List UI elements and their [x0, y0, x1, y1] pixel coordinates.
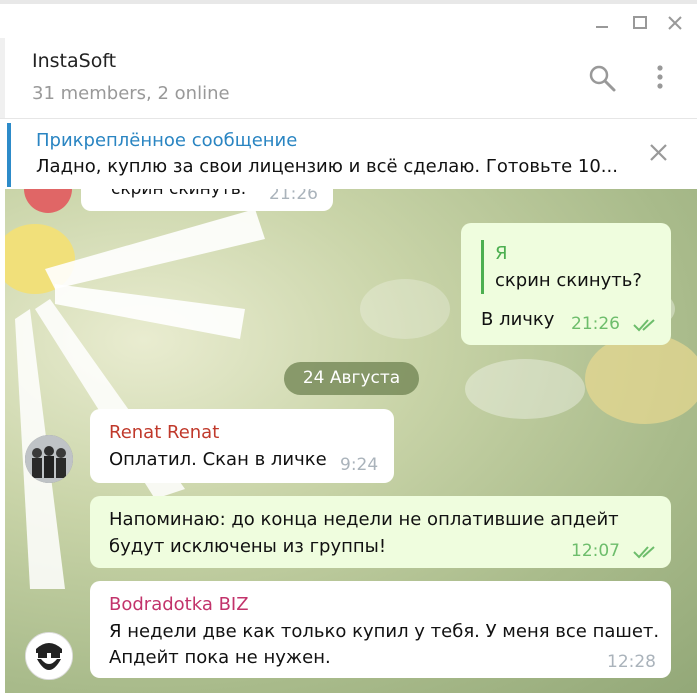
search-icon [589, 65, 616, 92]
message-bubble: Bodradotka BIZ Я недели две как только к… [90, 581, 671, 678]
close-window-button[interactable] [666, 14, 686, 34]
pinned-close-button[interactable] [648, 142, 670, 168]
chat-title: InstaSoft [32, 50, 117, 72]
message-text-line: Я недели две как только купил у тебя. У … [109, 621, 660, 642]
message-text: В личку [481, 309, 555, 330]
date-separator: 24 Августа [284, 362, 419, 395]
pinned-message-bar[interactable]: Прикреплённое сообщение Ладно, куплю за … [0, 118, 697, 189]
pinned-accent-bar [7, 123, 11, 187]
reply-quote-bar [481, 240, 484, 294]
minimize-icon [596, 26, 608, 28]
message-text-line: будут исключены из группы! [109, 536, 387, 557]
message-time: 12:28 [607, 652, 656, 672]
reply-quote-text: скрин скинуть? [495, 270, 642, 291]
message-time: 9:24 [340, 455, 379, 475]
message-bubble-outgoing: Я скрин скинуть? В личку 21:26 [461, 223, 671, 345]
search-button[interactable] [588, 64, 618, 98]
message-bubble-outgoing: Напоминаю: до конца недели не оплатившие… [90, 496, 671, 568]
reply-quote-author: Я [495, 243, 508, 264]
pinned-text: Ладно, куплю за свои лицензию и всё сдел… [36, 156, 618, 177]
bearded-man-icon [26, 633, 72, 679]
group-photo-icon [25, 435, 73, 483]
maximize-button[interactable] [631, 14, 651, 34]
avatar-bodradotka[interactable] [25, 632, 73, 680]
message-sender[interactable]: Bodradotka BIZ [109, 594, 249, 615]
message-text: Оплатил. Скан в личке [109, 449, 327, 470]
message-time: 21:26 [571, 314, 620, 334]
message-text-line: Апдейт пока не нужен. [109, 647, 331, 668]
message-time: 21:26 [269, 189, 318, 204]
close-icon [668, 16, 682, 30]
message-text: скрин скинуть. [111, 189, 247, 199]
chat-header[interactable]: InstaSoft 31 members, 2 online [0, 38, 697, 118]
message-bubble: Renat Renat Оплатил. Скан в личке 9:24 [90, 409, 394, 483]
more-vertical-icon [657, 65, 663, 89]
message-sender[interactable]: Renat Renat [109, 422, 219, 443]
chat-members-status: 31 members, 2 online [32, 83, 230, 104]
maximize-icon [633, 16, 647, 29]
message-text-line: Напоминаю: до конца недели не оплатившие… [109, 509, 619, 530]
minimize-button[interactable] [593, 14, 613, 34]
message-bubble: скрин скинуть. 21:26 [81, 189, 333, 211]
window-titlebar [0, 0, 697, 38]
close-icon [650, 144, 667, 161]
read-check-icon [633, 319, 655, 332]
pinned-title: Прикреплённое сообщение [36, 130, 298, 151]
read-check-icon [633, 546, 655, 559]
chat-history[interactable]: скрин скинуть. 21:26 Я скрин скинуть? В … [5, 189, 697, 693]
avatar-renat[interactable] [25, 435, 73, 483]
message-time: 12:07 [571, 541, 620, 561]
more-menu-button[interactable] [655, 64, 667, 98]
